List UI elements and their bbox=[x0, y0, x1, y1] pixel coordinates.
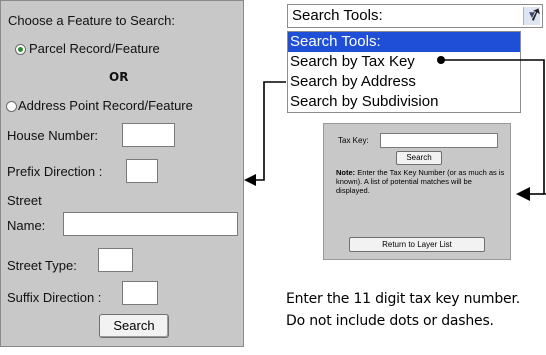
tax-key-callout-arrowhead bbox=[516, 187, 530, 201]
callout-arrows bbox=[244, 56, 546, 201]
address-callout-line bbox=[254, 81, 286, 181]
address-callout-arrowhead bbox=[244, 174, 256, 186]
tax-key-callout-line bbox=[441, 59, 546, 195]
